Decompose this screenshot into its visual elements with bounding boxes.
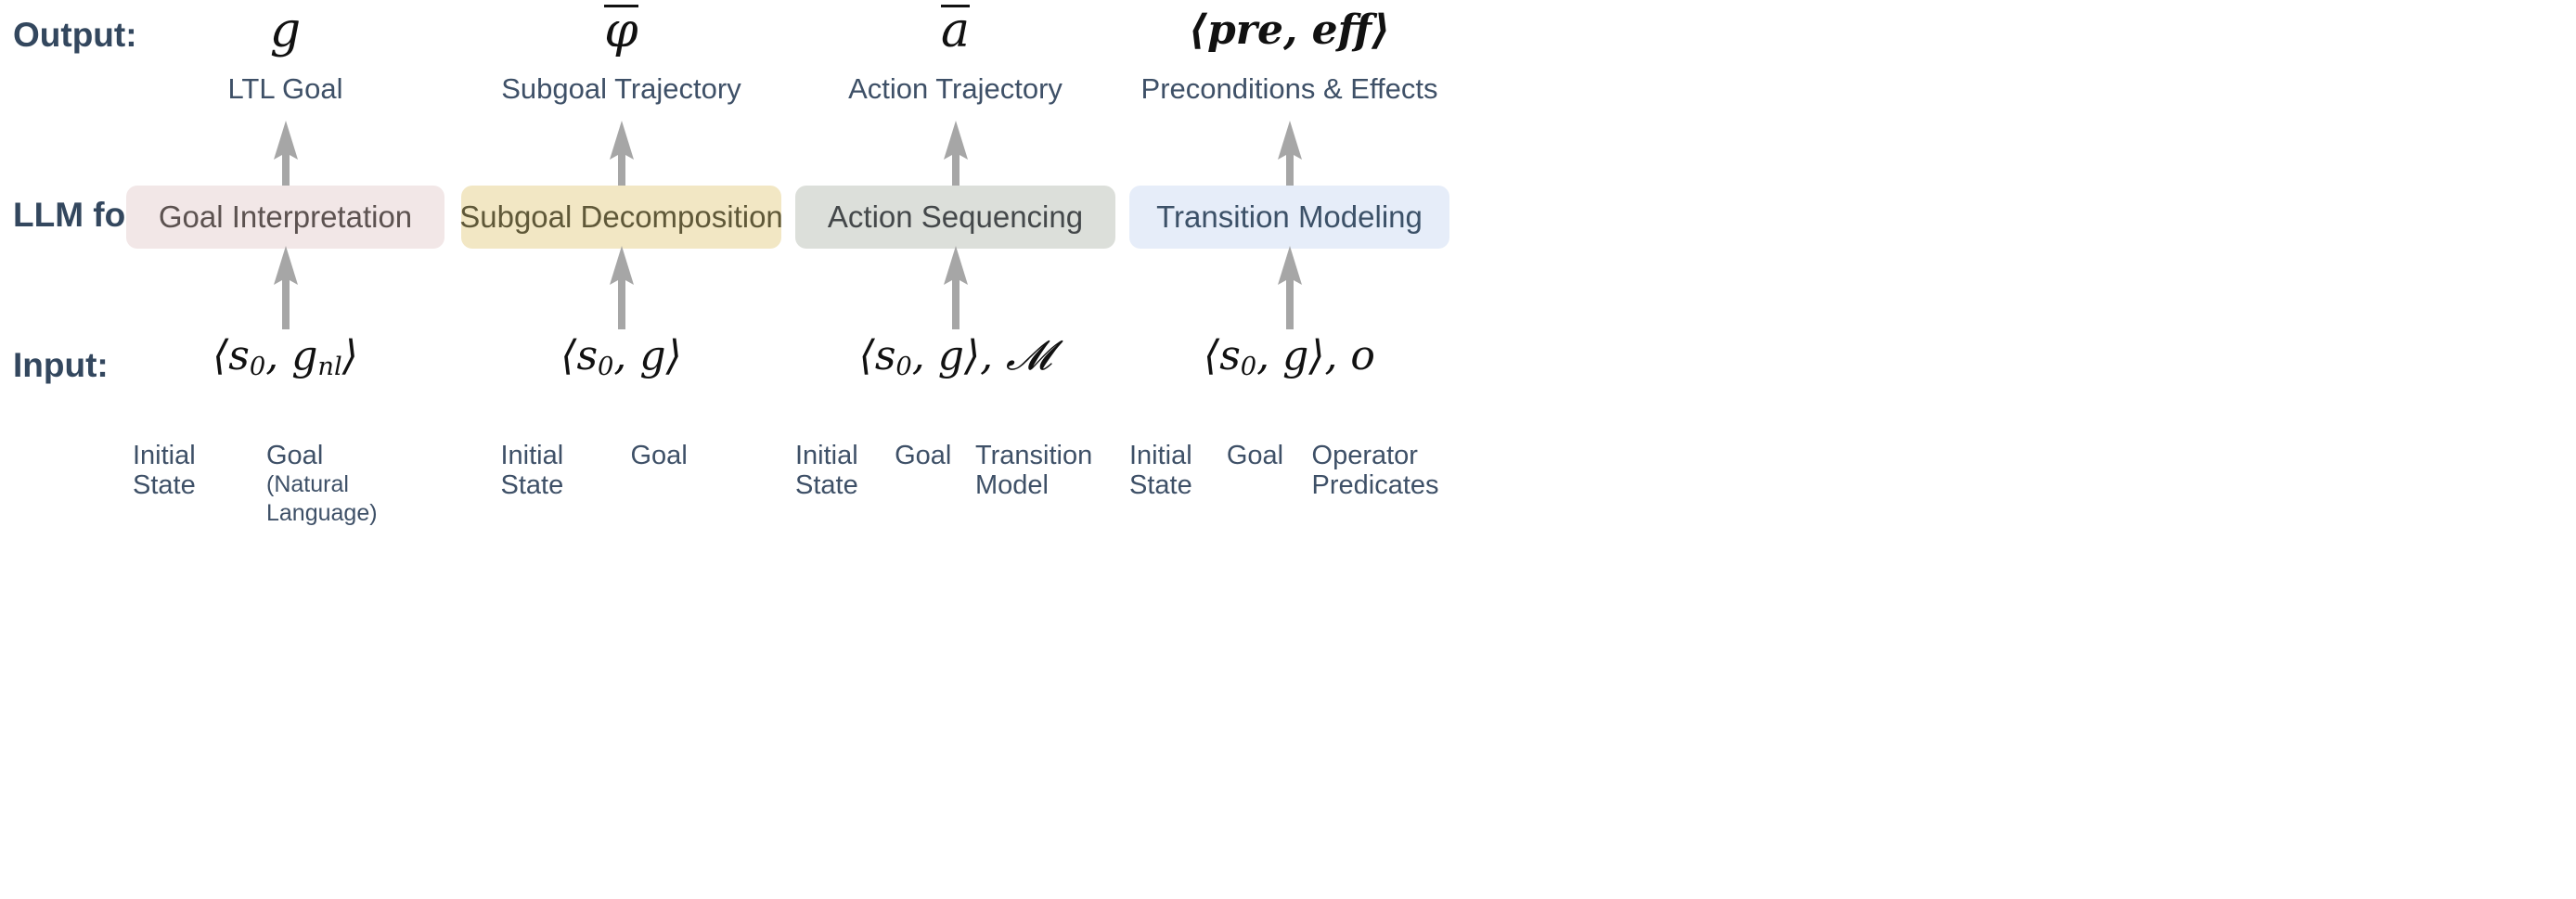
- input-descriptor-main: Goal: [266, 441, 324, 470]
- input-descriptor: Initial State: [1129, 411, 1227, 500]
- row-label-output: Output:: [13, 16, 137, 54]
- input-descriptor: Operator Predicates: [1312, 411, 1449, 500]
- input-descriptor-main: Goal: [1226, 441, 1284, 470]
- input-descriptor-sub: (Natural Language): [266, 471, 378, 526]
- output-symbol: a: [795, 0, 1115, 63]
- llm-box-label: Action Sequencing: [827, 199, 1084, 234]
- llm-box[interactable]: Goal Interpretation: [126, 186, 444, 249]
- input-descriptor: Goal (Natural Language): [266, 411, 438, 558]
- input-symbol: ⟨s0, g⟩, o: [1129, 328, 1449, 395]
- up-arrow-icon: [603, 246, 640, 329]
- input-descriptor-main: Initial State: [500, 441, 564, 500]
- up-arrow-icon: [1271, 246, 1308, 329]
- up-arrow-icon: [267, 246, 304, 329]
- llm-box[interactable]: Subgoal Decomposition: [459, 186, 783, 249]
- llm-box-label: Goal Interpretation: [158, 199, 413, 234]
- input-descriptor-main: Initial State: [133, 441, 196, 500]
- input-symbol-glyph: ⟨s0, g⟩: [560, 332, 682, 381]
- input-descriptor-main: Transition Model: [975, 441, 1093, 500]
- pipeline-column-action-sequencing: a Action Trajectory Action Sequencing ⟨s…: [795, 0, 1115, 899]
- input-descriptor: Goal: [631, 411, 742, 470]
- input-symbol: ⟨s0, g⟩: [461, 328, 781, 395]
- input-descriptor-main: Operator Predicates: [1311, 441, 1439, 500]
- pipeline-column-transition-modeling: ⟨pre, eff⟩ Preconditions & Effects Trans…: [1129, 0, 1449, 899]
- pipeline-column-goal-interpretation: g LTL Goal Goal Interpretation ⟨s0, gnl⟩…: [126, 0, 444, 899]
- input-descriptor-row: Initial State Goal Transition Model: [795, 411, 1115, 500]
- input-descriptor-row: Initial State Goal Operator Predicates: [1129, 411, 1449, 500]
- output-caption: Subgoal Trajectory: [501, 72, 741, 105]
- input-descriptor-main: Initial State: [1129, 441, 1192, 500]
- input-descriptor: Initial State: [133, 411, 266, 500]
- input-descriptor: Goal: [1227, 411, 1312, 470]
- up-arrow-icon: [937, 246, 974, 329]
- output-caption: LTL Goal: [227, 72, 343, 105]
- input-descriptor: Transition Model: [975, 411, 1115, 500]
- output-symbol: φ: [461, 0, 781, 63]
- diagram-canvas: Output: LLM for: Input: g LTL Goal Goal …: [0, 0, 2576, 899]
- output-symbol-glyph: a: [940, 3, 970, 58]
- input-descriptor-main: Goal: [895, 441, 952, 470]
- output-symbol-glyph: φ: [604, 3, 638, 58]
- input-descriptor: Goal: [895, 411, 975, 470]
- row-label-input: Input:: [13, 346, 109, 384]
- output-symbol: ⟨pre, eff⟩: [1129, 0, 1449, 63]
- input-symbol: ⟨s0, gnl⟩: [126, 328, 444, 395]
- input-descriptor-main: Initial State: [795, 441, 858, 500]
- output-symbol-glyph: g: [269, 3, 302, 58]
- input-symbol-glyph: ⟨s0, gnl⟩: [213, 332, 358, 381]
- output-caption: Preconditions & Effects: [1140, 72, 1438, 105]
- input-descriptor: Initial State: [795, 411, 895, 500]
- output-symbol-glyph: ⟨pre, eff⟩: [1188, 6, 1391, 54]
- llm-box[interactable]: Action Sequencing: [795, 186, 1115, 249]
- input-descriptor-row: Initial State Goal (Natural Language): [126, 411, 444, 558]
- output-caption: Action Trajectory: [848, 72, 1063, 105]
- input-symbol: ⟨s0, g⟩, 𝓜: [795, 328, 1115, 395]
- llm-box[interactable]: Transition Modeling: [1129, 186, 1449, 249]
- input-descriptor: Initial State: [501, 411, 631, 500]
- pipeline-column-subgoal-decomposition: φ Subgoal Trajectory Subgoal Decompositi…: [459, 0, 783, 899]
- input-descriptor-main: Goal: [630, 441, 688, 470]
- input-descriptor-row: Initial State Goal: [461, 411, 781, 500]
- output-symbol: g: [126, 0, 444, 63]
- llm-box-label: Subgoal Decomposition: [459, 199, 783, 234]
- input-symbol-glyph: ⟨s0, g⟩, o: [1204, 332, 1375, 381]
- llm-box-label: Transition Modeling: [1156, 199, 1423, 234]
- input-symbol-glyph: ⟨s0, g⟩, 𝓜: [858, 332, 1052, 381]
